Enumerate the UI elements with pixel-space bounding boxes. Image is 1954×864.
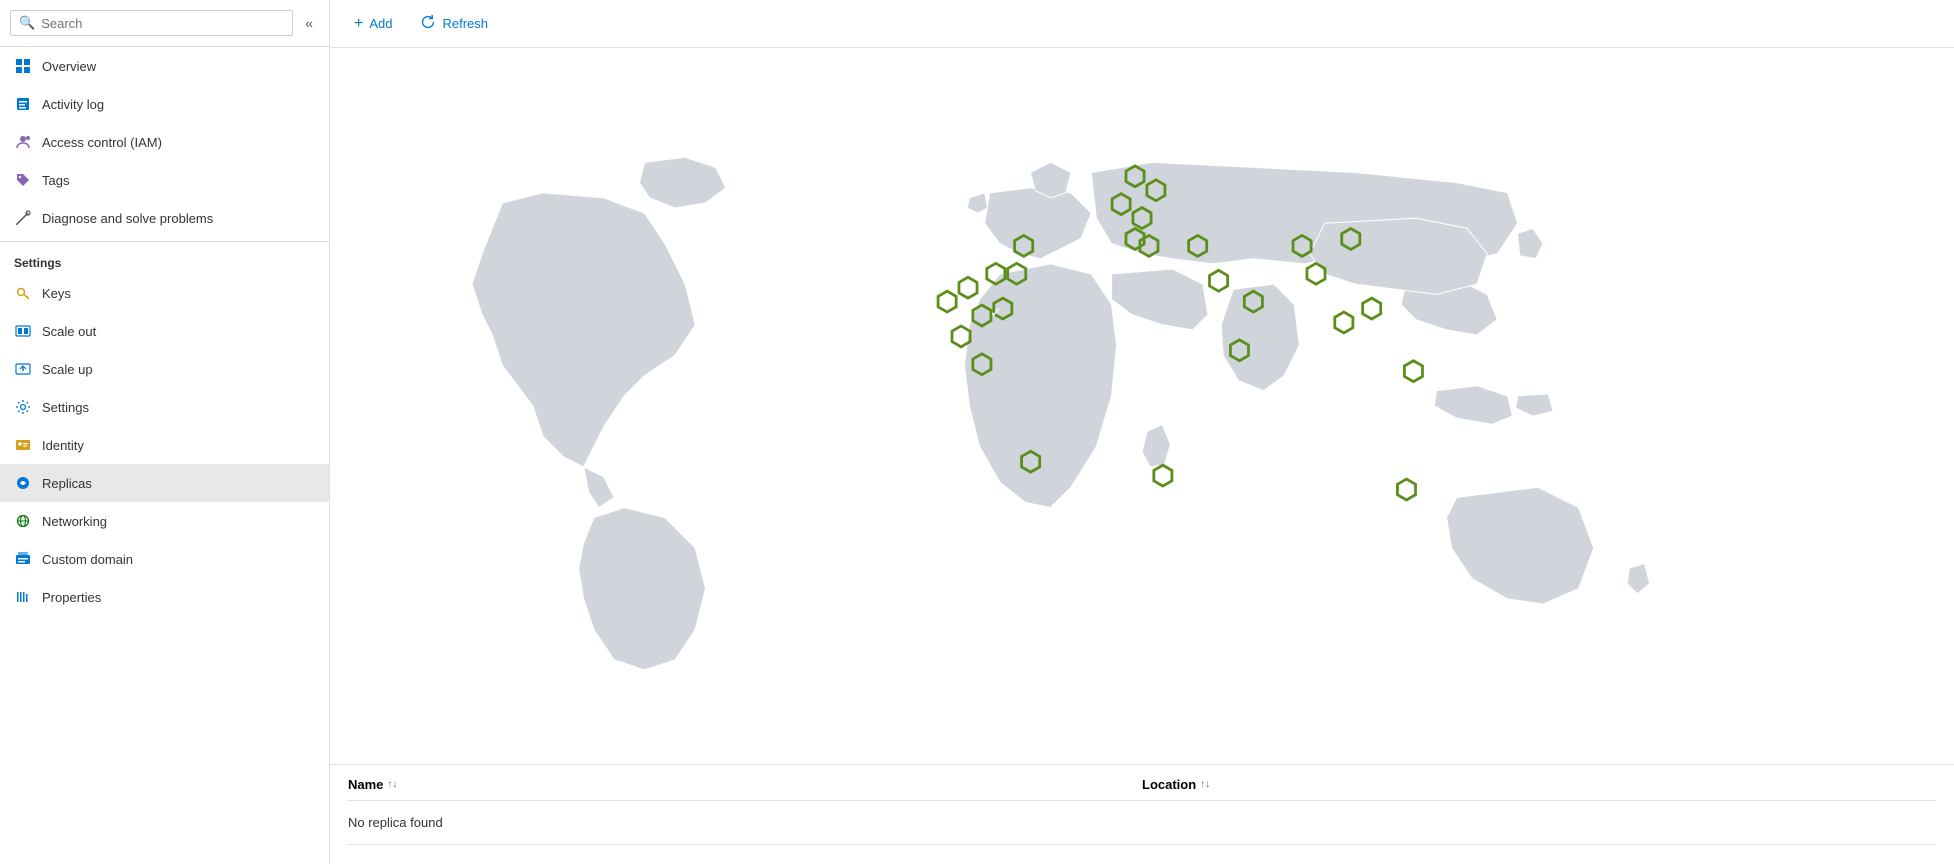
identity-label: Identity [42, 438, 84, 453]
sidebar-item-replicas[interactable]: Replicas [0, 464, 329, 502]
access-control-label: Access control (IAM) [42, 135, 162, 150]
sidebar-item-keys[interactable]: Keys [0, 274, 329, 312]
sidebar-item-scale-up[interactable]: Scale up [0, 350, 329, 388]
scale-out-icon [14, 322, 32, 340]
properties-icon [14, 588, 32, 606]
search-input[interactable] [41, 16, 284, 31]
scale-up-label: Scale up [42, 362, 93, 377]
keys-icon [14, 284, 32, 302]
refresh-label: Refresh [442, 16, 488, 31]
table-header: Name ↑↓ Location ↑↓ [348, 765, 1936, 801]
col-location-label: Location [1142, 777, 1196, 792]
sidebar-item-properties[interactable]: Properties [0, 578, 329, 616]
sidebar-item-access-control[interactable]: Access control (IAM) [0, 123, 329, 161]
scale-out-label: Scale out [42, 324, 96, 339]
settings-section-header: Settings [0, 241, 329, 274]
refresh-button[interactable]: Refresh [414, 10, 494, 37]
replicas-label: Replicas [42, 476, 92, 491]
sidebar-item-tags[interactable]: Tags [0, 161, 329, 199]
sidebar-item-activity-log[interactable]: Activity log [0, 85, 329, 123]
map-container: ✓ [330, 48, 1954, 764]
sidebar-item-custom-domain[interactable]: Custom domain [0, 540, 329, 578]
replicas-icon [14, 474, 32, 492]
diagnose-label: Diagnose and solve problems [42, 211, 213, 226]
settings-label: Settings [42, 400, 89, 415]
world-map [340, 58, 1944, 754]
overview-label: Overview [42, 59, 96, 74]
toolbar: + Add Refresh [330, 0, 1954, 48]
col-location-header[interactable]: Location ↑↓ [1142, 777, 1936, 792]
custom-domain-label: Custom domain [42, 552, 133, 567]
diagnose-icon [14, 209, 32, 227]
sidebar-search-row: 🔍 « [0, 0, 329, 47]
settings-icon [14, 398, 32, 416]
scale-up-icon [14, 360, 32, 378]
add-label: Add [369, 16, 392, 31]
col-name-label: Name [348, 777, 383, 792]
sidebar-item-networking[interactable]: Networking [0, 502, 329, 540]
name-sort-icon[interactable]: ↑↓ [387, 779, 397, 790]
tags-label: Tags [42, 173, 69, 188]
keys-label: Keys [42, 286, 71, 301]
sidebar-item-settings[interactable]: Settings [0, 388, 329, 426]
sidebar-item-overview[interactable]: Overview [0, 47, 329, 85]
networking-icon [14, 512, 32, 530]
sidebar-item-identity[interactable]: Identity [0, 426, 329, 464]
properties-label: Properties [42, 590, 101, 605]
search-box[interactable]: 🔍 [10, 10, 293, 36]
networking-label: Networking [42, 514, 107, 529]
sidebar: 🔍 « Overview Activity log [0, 0, 330, 864]
collapse-button[interactable]: « [299, 11, 319, 35]
activity-log-icon [14, 95, 32, 113]
tags-icon [14, 171, 32, 189]
main-content: + Add Refresh [330, 0, 1954, 864]
custom-domain-icon [14, 550, 32, 568]
add-icon: + [354, 15, 363, 33]
col-name-header[interactable]: Name ↑↓ [348, 777, 1142, 792]
identity-icon [14, 436, 32, 454]
search-icon: 🔍 [19, 15, 35, 31]
activity-log-label: Activity log [42, 97, 104, 112]
replicas-table: Name ↑↓ Location ↑↓ No replica found [330, 764, 1954, 864]
location-sort-icon[interactable]: ↑↓ [1200, 779, 1210, 790]
no-data-row: No replica found [348, 801, 1936, 845]
refresh-icon [420, 14, 436, 33]
access-control-icon [14, 133, 32, 151]
sidebar-item-diagnose[interactable]: Diagnose and solve problems [0, 199, 329, 237]
overview-icon [14, 57, 32, 75]
add-button[interactable]: + Add [348, 11, 398, 37]
sidebar-item-scale-out[interactable]: Scale out [0, 312, 329, 350]
